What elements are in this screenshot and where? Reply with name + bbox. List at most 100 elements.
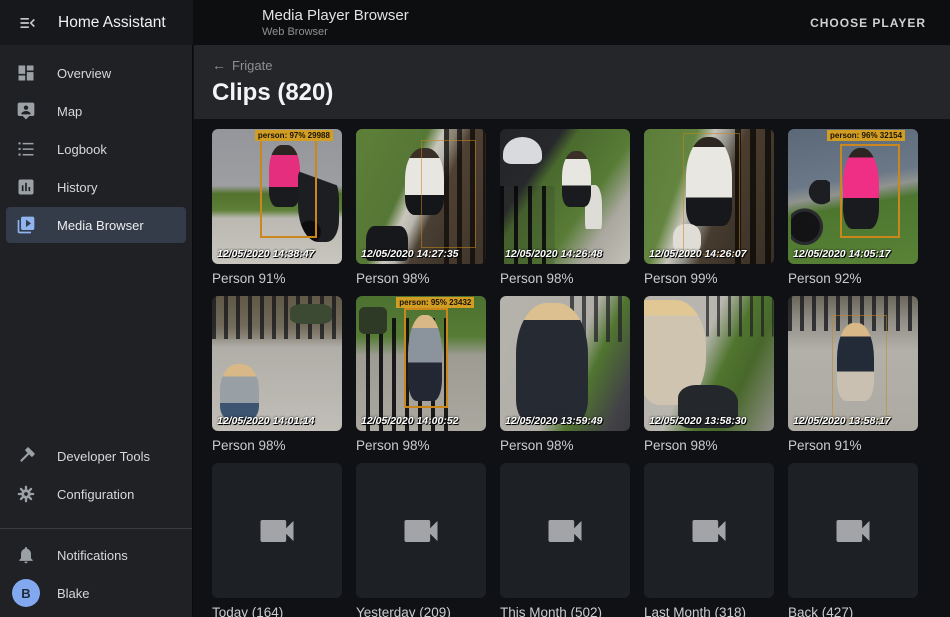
clip-timestamp-overlay: 12/05/2020 14:00:52 bbox=[361, 415, 459, 427]
clip-label: Person 98% bbox=[212, 438, 342, 453]
folder-label: Back (427) bbox=[788, 605, 918, 617]
video-camera-icon bbox=[543, 509, 587, 553]
sidebar-item-label: History bbox=[57, 180, 97, 195]
sidebar-item-label: Notifications bbox=[57, 548, 128, 563]
clip-card: person: 95% 23432 12/05/2020 14:00:52 Pe… bbox=[356, 296, 486, 453]
back-arrow-icon: ← bbox=[212, 57, 226, 73]
clip-label: Person 92% bbox=[788, 271, 918, 286]
page-subtitle: Web Browser bbox=[262, 26, 409, 38]
folder-thumbnail[interactable] bbox=[644, 463, 774, 598]
sidebar-item-profile[interactable]: B Blake bbox=[6, 575, 186, 611]
clip-label: Person 98% bbox=[500, 438, 630, 453]
clip-thumbnail[interactable]: 12/05/2020 14:27:35 bbox=[356, 129, 486, 264]
clip-card: 12/05/2020 14:26:07 Person 99% bbox=[644, 129, 774, 286]
folder-thumbnail[interactable] bbox=[356, 463, 486, 598]
breadcrumb-back-frigate[interactable]: ← Frigate bbox=[212, 57, 272, 73]
choose-player-button[interactable]: CHOOSE PLAYER bbox=[802, 8, 934, 38]
clip-card: 12/05/2020 14:27:35 Person 98% bbox=[356, 129, 486, 286]
sidebar-item-label: Developer Tools bbox=[57, 449, 150, 464]
clip-timestamp-overlay: 12/05/2020 14:27:35 bbox=[361, 248, 459, 260]
folder-card-back: Back (427) bbox=[788, 463, 918, 617]
clip-label: Person 91% bbox=[788, 438, 918, 453]
sidebar-toggle-button[interactable] bbox=[8, 3, 48, 43]
sidebar-item-label: Overview bbox=[57, 66, 111, 81]
sidebar-item-media-browser[interactable]: Media Browser bbox=[6, 207, 186, 243]
folder-thumbnail[interactable] bbox=[212, 463, 342, 598]
clip-thumbnail[interactable]: 12/05/2020 13:58:30 bbox=[644, 296, 774, 431]
video-camera-icon bbox=[687, 509, 731, 553]
clip-label: Person 99% bbox=[644, 271, 774, 286]
clip-label: Person 98% bbox=[356, 438, 486, 453]
play-box-multiple-icon bbox=[14, 213, 38, 237]
clip-thumbnail[interactable]: 12/05/2020 13:58:17 bbox=[788, 296, 918, 431]
folder-thumbnail[interactable] bbox=[500, 463, 630, 598]
folder-label: Today (164) bbox=[212, 605, 342, 617]
clip-thumbnail[interactable]: 12/05/2020 13:59:49 bbox=[500, 296, 630, 431]
clip-timestamp-overlay: 12/05/2020 13:58:30 bbox=[649, 415, 747, 427]
detection-bounding-box bbox=[421, 140, 476, 248]
home-assistant-app: Home Assistant Media Player Browser Web … bbox=[0, 0, 950, 617]
sidebar-item-label: Logbook bbox=[57, 142, 107, 157]
clip-card: person: 97% 29988 12/05/2020 14:38:47 Pe… bbox=[212, 129, 342, 286]
folder-label: Yesterday (209) bbox=[356, 605, 486, 617]
sidebar-item-logbook[interactable]: Logbook bbox=[6, 131, 186, 167]
clip-thumbnail[interactable]: person: 96% 32154 12/05/2020 14:05:17 bbox=[788, 129, 918, 264]
gear-icon bbox=[14, 482, 38, 506]
clip-thumbnail[interactable]: 12/05/2020 14:01:14 bbox=[212, 296, 342, 431]
page-title-block: Media Player Browser Web Browser bbox=[262, 7, 409, 38]
sidebar-header: Home Assistant bbox=[0, 0, 193, 45]
content-header: ← Frigate Clips (820) bbox=[194, 45, 950, 119]
clip-thumbnail[interactable]: person: 95% 23432 12/05/2020 14:00:52 bbox=[356, 296, 486, 431]
sidebar-item-label: Map bbox=[57, 104, 82, 119]
clip-label: Person 98% bbox=[500, 271, 630, 286]
clip-label: Person 98% bbox=[644, 438, 774, 453]
chart-box-icon bbox=[14, 175, 38, 199]
view-dashboard-icon bbox=[14, 61, 38, 85]
sidebar: Overview Map Logbook bbox=[0, 45, 193, 617]
clip-timestamp-overlay: 12/05/2020 13:59:49 bbox=[505, 415, 603, 427]
clip-label: Person 91% bbox=[212, 271, 342, 286]
clip-card: 12/05/2020 13:59:49 Person 98% bbox=[500, 296, 630, 453]
clip-card: 12/05/2020 14:01:14 Person 98% bbox=[212, 296, 342, 453]
sidebar-item-configuration[interactable]: Configuration bbox=[6, 476, 186, 512]
sidebar-item-history[interactable]: History bbox=[6, 169, 186, 205]
detection-bounding-box bbox=[260, 136, 317, 239]
page-section-title: Clips (820) bbox=[212, 79, 950, 107]
clip-thumbnail[interactable]: person: 97% 29988 12/05/2020 14:38:47 bbox=[212, 129, 342, 264]
avatar: B bbox=[12, 579, 40, 607]
detection-bounding-box bbox=[832, 315, 887, 420]
bell-icon bbox=[14, 543, 38, 567]
clip-timestamp-overlay: 12/05/2020 14:26:48 bbox=[505, 248, 603, 260]
clip-card: 12/05/2020 13:58:30 Person 98% bbox=[644, 296, 774, 453]
detection-label: person: 97% 29988 bbox=[255, 130, 333, 141]
clip-card: person: 96% 32154 12/05/2020 14:05:17 Pe… bbox=[788, 129, 918, 286]
video-camera-icon bbox=[255, 509, 299, 553]
video-camera-icon bbox=[831, 509, 875, 553]
app-title: Home Assistant bbox=[58, 14, 166, 32]
folder-label: This Month (502) bbox=[500, 605, 630, 617]
folder-card-today: Today (164) bbox=[212, 463, 342, 617]
folder-thumbnail[interactable] bbox=[788, 463, 918, 598]
top-app-bar: Home Assistant Media Player Browser Web … bbox=[0, 0, 950, 45]
bulleted-list-icon bbox=[14, 137, 38, 161]
clips-grid: person: 97% 29988 12/05/2020 14:38:47 Pe… bbox=[212, 129, 950, 617]
hammer-icon bbox=[14, 444, 38, 468]
folder-label: Last Month (318) bbox=[644, 605, 774, 617]
sidebar-item-label: Media Browser bbox=[57, 218, 144, 233]
detection-label: person: 95% 23432 bbox=[396, 297, 474, 308]
clip-timestamp-overlay: 12/05/2020 14:01:14 bbox=[217, 415, 315, 427]
clip-thumbnail[interactable]: 12/05/2020 14:26:07 bbox=[644, 129, 774, 264]
sidebar-item-developer-tools[interactable]: Developer Tools bbox=[6, 438, 186, 474]
menu-collapse-icon bbox=[18, 13, 38, 33]
detection-bounding-box bbox=[840, 144, 900, 239]
detection-bounding-box bbox=[404, 308, 448, 408]
clip-timestamp-overlay: 12/05/2020 14:26:07 bbox=[649, 248, 747, 260]
breadcrumb-label: Frigate bbox=[232, 58, 272, 73]
sidebar-item-notifications[interactable]: Notifications bbox=[6, 537, 186, 573]
clip-thumbnail[interactable]: 12/05/2020 14:26:48 bbox=[500, 129, 630, 264]
sidebar-divider bbox=[0, 528, 192, 529]
clip-label: Person 98% bbox=[356, 271, 486, 286]
clip-timestamp-overlay: 12/05/2020 14:05:17 bbox=[793, 248, 891, 260]
sidebar-item-overview[interactable]: Overview bbox=[6, 55, 186, 91]
sidebar-item-map[interactable]: Map bbox=[6, 93, 186, 129]
